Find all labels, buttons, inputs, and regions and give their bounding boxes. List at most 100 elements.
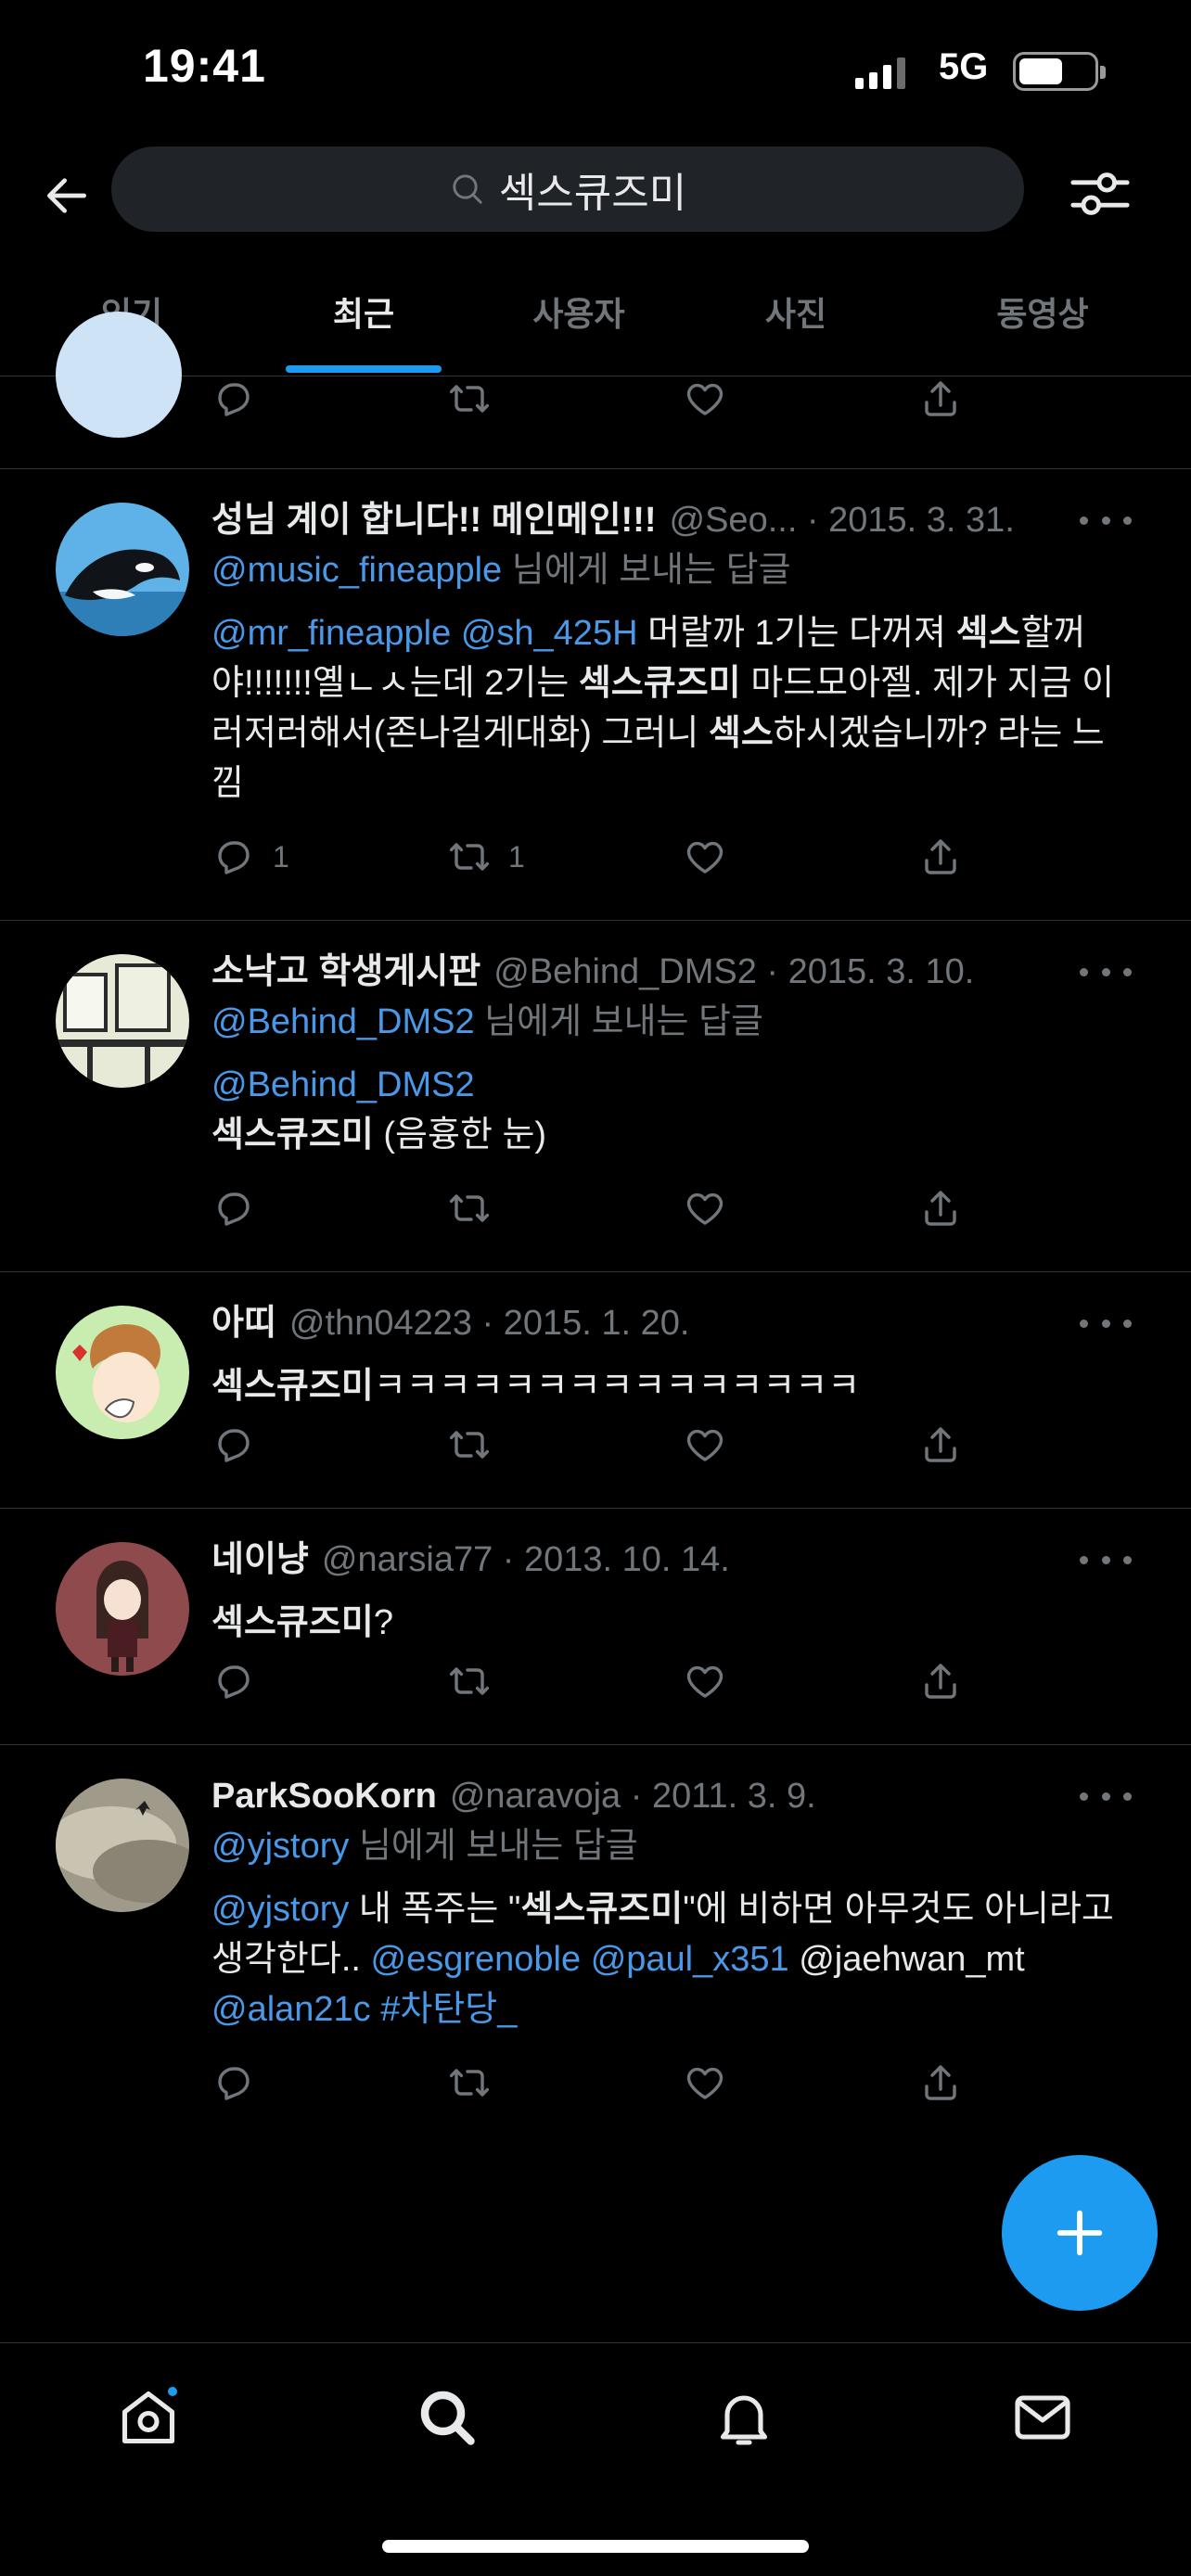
tweet-text: @mr_fineapple @sh_425H 머랄까 1기는 다꺼져 섹스할꺼야…: [211, 608, 1135, 809]
reply-to-mention[interactable]: @Behind_DMS2: [211, 1002, 475, 1041]
search-icon: [453, 174, 482, 204]
like-button[interactable]: [683, 1659, 727, 1703]
display-name[interactable]: 소낙고 학생게시판: [211, 947, 480, 997]
mention-link[interactable]: @Behind_DMS2: [211, 1060, 1135, 1110]
retweet-icon: [449, 385, 490, 413]
nav-messages[interactable]: [1005, 2380, 1080, 2455]
share-button[interactable]: [918, 2060, 963, 2105]
more-options-button[interactable]: [1080, 958, 1132, 986]
mention-link[interactable]: @esgrenoble: [371, 1940, 582, 1979]
handle-date: @naravoja · 2011. 3. 9.: [449, 1777, 816, 1816]
more-options-button[interactable]: [1080, 506, 1132, 534]
share-button[interactable]: [918, 835, 963, 879]
retweet-count: 1: [508, 839, 525, 874]
back-button[interactable]: [33, 162, 100, 229]
tweet-text: 섹스큐즈미ㅋㅋㅋㅋㅋㅋㅋㅋㅋㅋㅋㅋㅋㅋㅋ: [211, 1361, 1135, 1411]
reply-button[interactable]: [211, 376, 256, 421]
tweet[interactable]: 성님 계이 합니다!! 메인메인!!! @Seo... · 2015. 3. 3…: [0, 469, 1191, 921]
share-icon: [925, 1427, 956, 1462]
heart-icon: [686, 841, 724, 874]
share-button[interactable]: [918, 376, 963, 421]
avatar[interactable]: [56, 1542, 189, 1676]
plus-icon: [1057, 2210, 1103, 2256]
arrow-left-icon: [47, 178, 86, 213]
share-button[interactable]: [918, 1659, 963, 1703]
reply-button[interactable]: [211, 2060, 256, 2105]
more-options-button[interactable]: [1080, 1546, 1132, 1574]
avatar[interactable]: [56, 312, 182, 438]
like-button[interactable]: [683, 1186, 727, 1231]
search-header: 섹스큐즈미: [0, 144, 1191, 236]
share-icon: [925, 1191, 956, 1226]
handle-date: @thn04223 · 2015. 1. 20.: [288, 1304, 690, 1343]
unread-dot: [165, 2384, 180, 2399]
search-filter-button[interactable]: [1063, 160, 1137, 227]
cellular-signal-icon: [855, 57, 905, 89]
nav-home[interactable]: [111, 2380, 186, 2455]
mention-link[interactable]: @mr_fineapple: [211, 614, 451, 653]
hashtag-link[interactable]: #차탄당_: [380, 1990, 517, 2029]
share-icon: [925, 839, 956, 874]
avatar[interactable]: [56, 954, 189, 1088]
avatar[interactable]: [56, 1306, 189, 1439]
status-time: 19:41: [143, 40, 266, 92]
reply-count: 1: [273, 839, 289, 874]
search-input[interactable]: 섹스큐즈미: [111, 147, 1024, 232]
display-name[interactable]: ParkSooKorn: [211, 1771, 437, 1821]
retweet-button[interactable]: [447, 1422, 492, 1467]
retweet-button[interactable]: [447, 1186, 492, 1231]
retweet-button[interactable]: [447, 376, 492, 421]
like-button[interactable]: [683, 835, 727, 879]
text-span: [581, 1940, 591, 1979]
highlight-term: 섹스큐즈미: [211, 1603, 374, 1642]
retweet-button[interactable]: [447, 1659, 492, 1703]
tab-photos[interactable]: 사진: [765, 287, 826, 336]
mention-link[interactable]: @alan21c: [211, 1990, 371, 2029]
mention-link[interactable]: @sh_425H: [461, 614, 638, 653]
mention-link[interactable]: @yjstory: [211, 1890, 349, 1929]
mail-icon: [1015, 2395, 1070, 2440]
highlight-term: 섹스큐즈미: [211, 1367, 374, 1406]
avatar[interactable]: [56, 503, 189, 636]
text-span: [371, 1990, 381, 2029]
nav-notifications[interactable]: [707, 2380, 781, 2455]
retweet-button[interactable]: [447, 2060, 492, 2105]
compose-tweet-button[interactable]: [1002, 2155, 1158, 2311]
mention-link[interactable]: @paul_x351: [591, 1940, 789, 1979]
display-name[interactable]: 아띠: [211, 1298, 276, 1348]
share-button[interactable]: [918, 1422, 963, 1467]
like-button[interactable]: [683, 1422, 727, 1467]
reply-button[interactable]: [211, 1186, 256, 1231]
like-button[interactable]: [683, 2060, 727, 2105]
more-options-button[interactable]: [1080, 1782, 1132, 1810]
reply-to-mention[interactable]: @music_fineapple: [211, 551, 502, 590]
tab-videos[interactable]: 동영상: [996, 287, 1088, 336]
like-button[interactable]: [683, 376, 727, 421]
tweet[interactable]: 소낙고 학생게시판 @Behind_DMS2 · 2015. 3. 10. @B…: [0, 921, 1191, 1272]
tweet[interactable]: 네이냥 @narsia77 · 2013. 10. 14. 섹스큐즈미?: [0, 1509, 1191, 1745]
reply-to-mention[interactable]: @yjstory: [211, 1827, 349, 1866]
filter-sliders-icon: [1070, 172, 1130, 215]
share-button[interactable]: [918, 1186, 963, 1231]
display-name[interactable]: 네이냥: [211, 1535, 309, 1585]
display-name[interactable]: 성님 계이 합니다!! 메인메인!!!: [211, 495, 657, 545]
retweet-button[interactable]: 1: [447, 835, 525, 879]
reply-suffix: 님에게 보내는 답글: [484, 1002, 763, 1041]
reply-button[interactable]: [211, 1659, 256, 1703]
text-span: ㅋㅋㅋㅋㅋㅋㅋㅋㅋㅋㅋㅋㅋㅋㅋ: [373, 1367, 861, 1406]
avatar[interactable]: [56, 1779, 189, 1912]
tab-latest[interactable]: 최근: [333, 287, 394, 336]
reply-button[interactable]: [211, 1422, 256, 1467]
tweet[interactable]: 아띠 @thn04223 · 2015. 1. 20. 섹스큐즈미ㅋㅋㅋㅋㅋㅋㅋ…: [0, 1272, 1191, 1509]
battery-icon: [1013, 52, 1106, 91]
heart-icon: [686, 2067, 724, 2099]
text-span: [451, 614, 461, 653]
reply-suffix: 님에게 보내는 답글: [511, 551, 791, 590]
tweet[interactable]: ParkSooKorn @naravoja · 2011. 3. 9. @yjs…: [0, 1745, 1191, 2146]
more-options-button[interactable]: [1080, 1309, 1132, 1337]
tab-people[interactable]: 사용자: [532, 287, 624, 336]
tweet-partial[interactable]: [0, 312, 1191, 469]
reply-button[interactable]: 1: [211, 835, 289, 879]
nav-explore[interactable]: [410, 2380, 484, 2455]
reply-context: @Behind_DMS2 님에게 보내는 답글: [211, 997, 1135, 1047]
